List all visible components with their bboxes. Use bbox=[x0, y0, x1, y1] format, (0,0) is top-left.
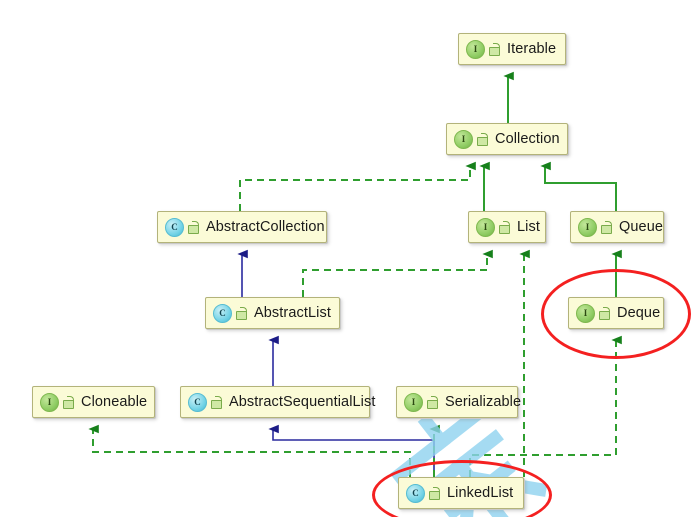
unlocked-icon bbox=[600, 220, 613, 235]
node-layer: I Iterable I Collection C AbstractCollec… bbox=[0, 0, 692, 517]
unlocked-icon bbox=[428, 486, 441, 501]
unlocked-icon bbox=[498, 220, 511, 235]
unlocked-icon bbox=[187, 220, 200, 235]
interface-icon: I bbox=[576, 303, 595, 323]
interface-icon: I bbox=[454, 129, 473, 149]
node-label-abstractlist: AbstractList bbox=[254, 304, 331, 321]
unlocked-icon bbox=[210, 395, 223, 410]
node-deque[interactable]: I Deque bbox=[568, 297, 664, 329]
node-label-abstractsequentiallist: AbstractSequentialList bbox=[229, 393, 376, 410]
interface-icon: I bbox=[476, 217, 495, 237]
class-icon: C bbox=[188, 392, 207, 412]
unlocked-icon bbox=[488, 42, 501, 57]
node-label-cloneable: Cloneable bbox=[81, 393, 148, 410]
interface-icon: I bbox=[578, 217, 597, 237]
node-linkedlist[interactable]: C LinkedList bbox=[398, 477, 524, 509]
interface-icon: I bbox=[466, 39, 485, 59]
node-label-collection: Collection bbox=[495, 130, 560, 147]
node-abstractcollection[interactable]: C AbstractCollection bbox=[157, 211, 327, 243]
class-icon: C bbox=[165, 217, 184, 237]
node-label-abstractcollection: AbstractCollection bbox=[206, 218, 325, 235]
node-queue[interactable]: I Queue bbox=[570, 211, 664, 243]
diagram-canvas: I Iterable I Collection C AbstractCollec… bbox=[0, 0, 692, 517]
unlocked-icon bbox=[62, 395, 75, 410]
node-abstractlist[interactable]: C AbstractList bbox=[205, 297, 340, 329]
node-label-deque: Deque bbox=[617, 304, 661, 321]
unlocked-icon bbox=[476, 132, 489, 147]
node-list[interactable]: I List bbox=[468, 211, 546, 243]
unlocked-icon bbox=[426, 395, 439, 410]
node-label-iterable: Iterable bbox=[507, 40, 557, 57]
interface-icon: I bbox=[404, 392, 423, 412]
node-label-queue: Queue bbox=[619, 218, 664, 235]
unlocked-icon bbox=[598, 306, 611, 321]
unlocked-icon bbox=[235, 306, 248, 321]
node-label-list: List bbox=[517, 218, 540, 235]
class-icon: C bbox=[406, 483, 425, 503]
class-icon: C bbox=[213, 303, 232, 323]
node-cloneable[interactable]: I Cloneable bbox=[32, 386, 155, 418]
node-iterable[interactable]: I Iterable bbox=[458, 33, 566, 65]
node-label-linkedlist: LinkedList bbox=[447, 484, 514, 501]
node-label-serializable: Serializable bbox=[445, 393, 522, 410]
node-abstractsequentiallist[interactable]: C AbstractSequentialList bbox=[180, 386, 375, 418]
node-collection[interactable]: I Collection bbox=[446, 123, 568, 155]
interface-icon: I bbox=[40, 392, 59, 412]
node-serializable[interactable]: I Serializable bbox=[396, 386, 522, 418]
